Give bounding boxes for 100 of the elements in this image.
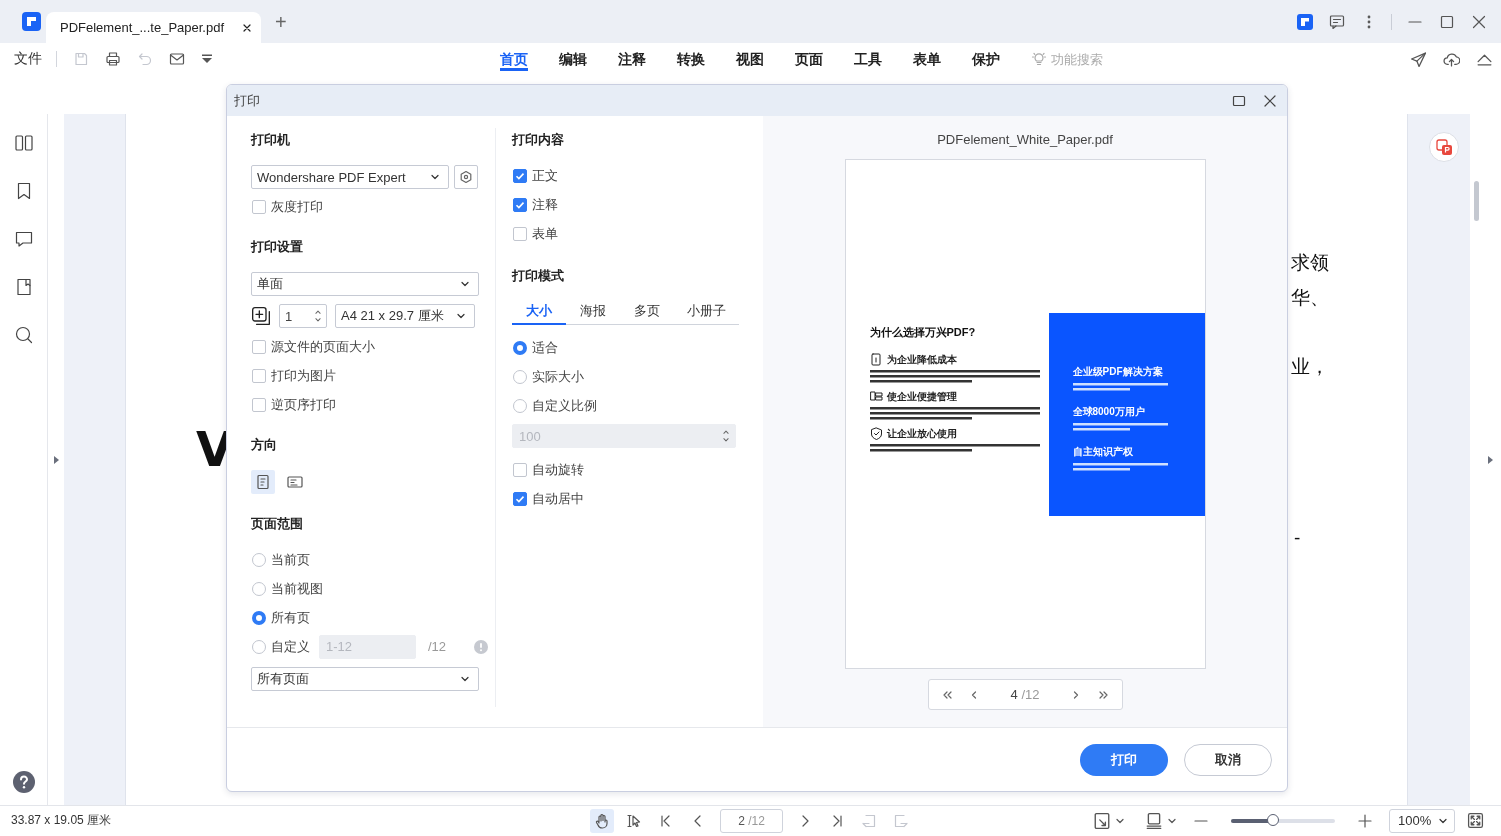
ribbon-tab[interactable]: 保护 [972,51,1000,71]
mail-icon[interactable] [169,51,185,67]
radio-button[interactable] [252,610,266,625]
fit-page-dropdown[interactable] [1093,811,1125,830]
ribbon-tab[interactable]: 工具 [854,51,882,71]
copies-icon [251,306,271,326]
ribbon-tab[interactable]: 注释 [618,51,646,71]
maximize-icon[interactable] [1232,93,1246,108]
ribbon-tab[interactable]: 转换 [677,51,705,71]
checkbox[interactable] [252,397,266,412]
info-icon [474,639,489,654]
mode-tab[interactable]: 海报 [566,299,620,325]
document-text: - [1294,527,1301,550]
panel-heading: 自主知识产权 [1072,444,1134,459]
app-badge-icon[interactable] [1429,132,1459,163]
page-layout-dropdown[interactable] [1145,811,1177,830]
feature-search-field[interactable]: 功能搜索 [1051,51,1111,67]
radio-button[interactable] [513,340,527,355]
page-number-field[interactable]: 2 /12 [720,808,783,833]
maximize-icon[interactable] [1439,13,1455,30]
zoom-select[interactable]: 100% [1389,808,1455,833]
page-heading: 为企业降低成本 [886,352,957,367]
portrait-icon [255,474,271,490]
hand-tool-button[interactable] [590,808,614,833]
print-icon[interactable] [105,51,121,67]
send-icon[interactable] [1410,50,1427,68]
panels-icon[interactable] [13,133,34,154]
checkbox[interactable] [513,226,527,241]
checkbox[interactable] [252,339,266,354]
page-title: 为什么选择万兴PDF? [869,324,977,340]
ribbon-tab[interactable]: 表单 [913,51,941,71]
ribbon-tab[interactable]: 视图 [736,51,764,71]
radio-button[interactable] [252,639,266,654]
lightbulb-icon [1031,51,1047,67]
ribbon-tab[interactable]: 编辑 [559,51,587,71]
radio-label: 实际大小 [532,367,584,386]
app-icon[interactable] [1297,13,1313,30]
spin-up-icon [314,309,322,315]
section-heading: 方向 [251,436,278,454]
mode-tab[interactable]: 多页 [620,299,674,325]
cloud-upload-icon[interactable] [1443,50,1460,68]
checkbox-label: 源文件的页面大小 [271,337,375,356]
checkbox-label: 灰度打印 [271,197,323,216]
page-layout-icon [1145,811,1163,830]
dropdown-icon[interactable] [201,53,213,65]
mode-tab[interactable]: 小册子 [674,299,739,325]
page-indicator: 4 /12 [1009,687,1041,702]
mode-tab[interactable]: 大小 [512,299,566,325]
expand-arrow-icon[interactable] [53,455,59,464]
help-icon[interactable] [12,771,35,794]
checkbox-label: 打印为图片 [271,366,336,385]
section-icon [869,390,883,403]
checkbox[interactable] [513,491,527,506]
chat-icon[interactable] [1329,13,1345,30]
ribbon-tab[interactable]: 首页 [500,51,528,71]
checkbox[interactable] [513,197,527,212]
page-size-text: 33.87 x 19.05 厘米 [11,812,113,830]
spin-down-icon [722,437,730,443]
radio-button[interactable] [252,552,266,567]
document-tab[interactable]: PDFelement_...te_Paper.pdf [46,12,261,43]
new-tab-button[interactable]: + [275,11,287,32]
file-menu[interactable]: 文件 [14,50,42,68]
section-heading: 页面范围 [251,515,304,533]
zoom-in-icon[interactable] [1357,812,1373,829]
file-name: PDFelement_White_Paper.pdf [937,131,1113,149]
copies-field[interactable]: 1 [279,304,327,328]
close-icon[interactable] [1263,93,1277,108]
section-heading: 打印设置 [251,238,304,256]
section-heading: 打印内容 [512,131,565,149]
settings-icon [459,170,474,184]
checkbox[interactable] [513,462,527,477]
portrait-orientation-button[interactable] [251,470,275,494]
cancel-button[interactable]: 取消 [1184,743,1272,776]
document-text: 华、 [1291,286,1329,311]
radio-button[interactable] [513,398,527,413]
fullscreen-icon[interactable] [1467,812,1484,830]
duplex-select[interactable]: 单面 [251,272,479,296]
radio-label: 适合 [532,338,558,357]
spin-up-icon [722,429,730,435]
paper-size-select[interactable]: A4 21 x 29.7 厘米 [335,304,475,328]
document-text: 业， [1291,355,1329,380]
page-subset-select[interactable]: 所有页面 [251,667,479,691]
checkbox[interactable] [252,368,266,383]
printer-select[interactable]: Wondershare PDF Expert [251,165,450,189]
search-icon[interactable] [13,325,34,346]
checkbox[interactable] [513,168,527,183]
scrollbar-thumb[interactable] [1474,181,1479,222]
checkbox[interactable] [252,199,266,214]
checkbox-label: 自动旋转 [532,460,584,479]
section-heading: 打印机 [251,131,291,149]
radio-label: 自定义 [271,637,310,656]
expand-arrow-icon[interactable] [1488,455,1494,464]
checkbox-label: 正文 [532,166,558,185]
ribbon-tab[interactable]: 页面 [795,51,823,71]
printer-settings-button[interactable] [454,165,478,189]
slider-thumb[interactable] [1266,813,1279,826]
print-button[interactable]: 打印 [1080,743,1168,776]
radio-button[interactable] [513,369,527,384]
close-icon[interactable] [1471,13,1487,30]
radio-button[interactable] [252,581,266,596]
